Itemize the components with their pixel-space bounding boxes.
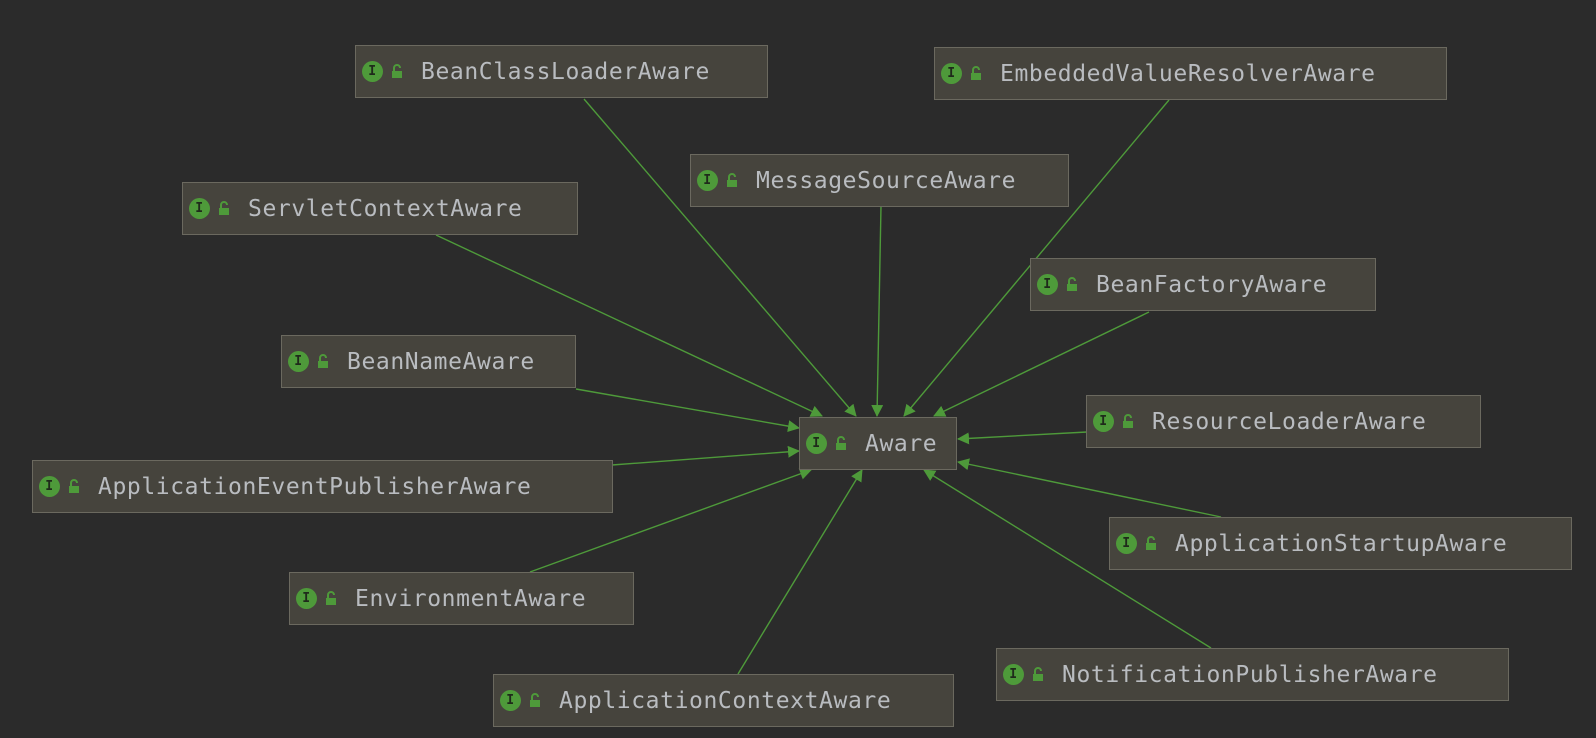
node-application-event-publisher-aware[interactable]: I ApplicationEventPublisherAware — [32, 460, 613, 513]
unlock-icon — [1033, 666, 1043, 681]
edge-rla-to-aware — [957, 431, 1088, 445]
node-environment-aware[interactable]: I EnvironmentAware — [289, 572, 634, 625]
interface-icon: I — [1003, 664, 1024, 685]
interface-icon: I — [500, 690, 521, 711]
interface-icon: I — [39, 476, 60, 497]
edge-bna-to-aware — [575, 388, 800, 433]
node-label: ResourceLoaderAware — [1152, 408, 1427, 435]
unlock-icon — [326, 590, 336, 605]
unlock-icon — [219, 200, 229, 215]
unlock-icon — [318, 353, 328, 368]
node-label: BeanFactoryAware — [1096, 271, 1328, 298]
node-label: MessageSourceAware — [756, 167, 1017, 194]
node-servlet-context-aware[interactable]: I ServletContextAware — [182, 182, 578, 235]
interface-icon: I — [1116, 533, 1137, 554]
unlock-icon — [727, 172, 737, 187]
node-resource-loader-aware[interactable]: I ResourceLoaderAware — [1086, 395, 1481, 448]
node-label: ApplicationStartupAware — [1175, 530, 1508, 557]
interface-icon: I — [288, 351, 309, 372]
edge-msa-to-aware — [871, 205, 884, 417]
node-label: EnvironmentAware — [355, 585, 587, 612]
interface-icon: I — [697, 170, 718, 191]
edge-sca-to-aware — [435, 234, 823, 417]
interface-icon: I — [1037, 274, 1058, 295]
edge-aca-to-aware — [737, 469, 863, 675]
node-application-context-aware[interactable]: I ApplicationContextAware — [493, 674, 954, 727]
node-label: Aware — [865, 430, 938, 457]
interface-icon: I — [941, 63, 962, 84]
interface-icon: I — [362, 61, 383, 82]
node-label: ApplicationEventPublisherAware — [98, 473, 532, 500]
node-label: ServletContextAware — [248, 195, 523, 222]
unlock-icon — [1067, 276, 1077, 291]
node-label: EmbeddedValueResolverAware — [1000, 60, 1376, 87]
node-label: BeanNameAware — [347, 348, 535, 375]
node-bean-factory-aware[interactable]: I BeanFactoryAware — [1030, 258, 1376, 311]
inheritance-edges — [435, 98, 1222, 675]
unlock-icon — [836, 435, 846, 450]
interface-icon: I — [1093, 411, 1114, 432]
edge-aepa-to-aware — [611, 445, 800, 466]
unlock-icon — [1123, 413, 1133, 428]
node-label: ApplicationContextAware — [559, 687, 892, 714]
node-bean-class-loader-aware[interactable]: I BeanClassLoaderAware — [355, 45, 768, 98]
node-label: BeanClassLoaderAware — [421, 58, 710, 85]
uml-diagram: I Aware I BeanClassLoaderAware I Embedde… — [0, 0, 1596, 738]
edge-asa-to-aware — [957, 458, 1222, 518]
unlock-icon — [971, 65, 981, 80]
interface-icon: I — [806, 433, 827, 454]
node-embedded-value-resolver-aware[interactable]: I EmbeddedValueResolverAware — [934, 47, 1447, 100]
unlock-icon — [392, 63, 402, 78]
interface-icon: I — [189, 198, 210, 219]
unlock-icon — [530, 692, 540, 707]
unlock-icon — [69, 478, 79, 493]
node-message-source-aware[interactable]: I MessageSourceAware — [690, 154, 1069, 207]
node-aware[interactable]: I Aware — [799, 417, 957, 470]
node-notification-publisher-aware[interactable]: I NotificationPublisherAware — [996, 648, 1509, 701]
node-application-startup-aware[interactable]: I ApplicationStartupAware — [1109, 517, 1572, 570]
node-label: NotificationPublisherAware — [1062, 661, 1438, 688]
interface-icon: I — [296, 588, 317, 609]
node-bean-name-aware[interactable]: I BeanNameAware — [281, 335, 576, 388]
unlock-icon — [1146, 535, 1156, 550]
